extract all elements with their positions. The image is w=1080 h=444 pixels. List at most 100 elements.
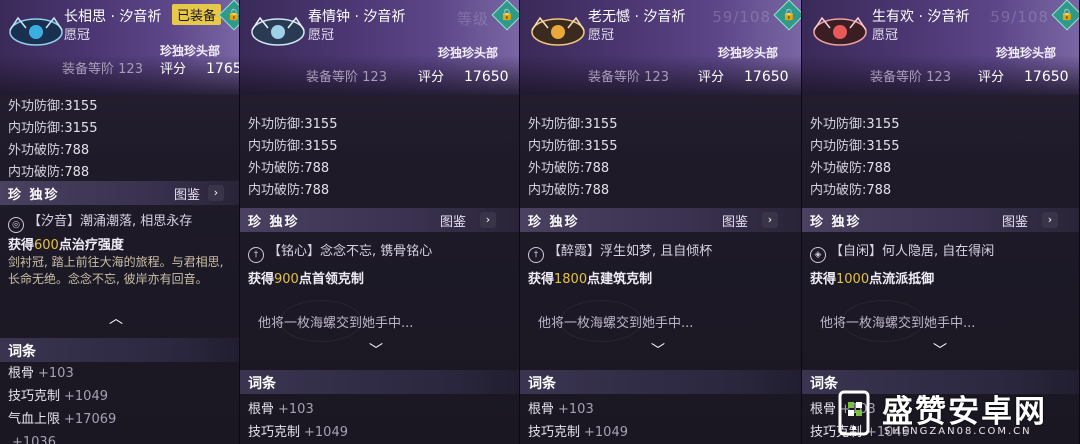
stat-row: 外功破防:788 — [248, 161, 330, 176]
chevron-up-icon[interactable]: ︿ — [106, 312, 126, 326]
base-stats: 外功防御:3155 内功防御:3155 外功破防:788 内功破防:788 — [810, 114, 899, 202]
base-stats: 外功防御:3155 内功防御:3155 外功破防:788 内功破防:788 — [8, 96, 97, 184]
lock-icon[interactable]: 🔒 — [491, 0, 519, 31]
item-crest-icon — [251, 16, 305, 46]
guide-button[interactable]: 图鉴 — [1002, 211, 1028, 230]
stat-row: 内功破防:788 — [528, 183, 610, 198]
rarity-label: 珍 独珍 — [8, 188, 60, 203]
affix-list: 根骨 +103 技巧克制 +1049 气血上限 +17069 +1036 — [8, 362, 116, 444]
chevron-right-icon[interactable]: › — [762, 212, 778, 228]
affix-row: +1036 — [12, 435, 56, 444]
affix-header: 词条 — [520, 370, 801, 394]
item-header: 等级 春情钟 · 汐音祈 🔒 愿冠 珍独珍头部 装备等阶 123 评分 17650 — [240, 0, 519, 95]
equip-level: 装备等阶 123 — [588, 70, 669, 85]
equipped-badge: 已装备 — [172, 4, 222, 25]
rarity-bar: 珍 独珍 图鉴 › — [0, 181, 239, 205]
equip-level: 装备等阶 123 — [62, 62, 143, 77]
item-card-4: 59/108 生有欢 · 汐音祈 🔒 愿冠 珍独珍头部 装备等阶 123 评分 1… — [802, 0, 1080, 444]
stat-row: 外功防御:3155 — [248, 117, 338, 132]
phone-logo-icon — [838, 390, 870, 436]
rarity-bar: 珍 独珍 图鉴 › — [240, 208, 519, 232]
affix-row: 根骨 +103 — [248, 402, 314, 417]
item-subtitle: 愿冠 — [308, 28, 335, 43]
item-subtitle: 愿冠 — [588, 28, 615, 43]
watermark-text: 盛赞安卓网 — [882, 394, 1047, 430]
rarity-label: 珍 独珍 — [528, 215, 580, 230]
chevron-down-icon[interactable]: ﹀ — [366, 344, 386, 358]
item-subtitle: 愿冠 — [64, 28, 91, 43]
score: 评分17650 — [418, 69, 509, 85]
item-subtitle: 愿冠 — [872, 28, 899, 43]
dagger-icon: † — [528, 247, 544, 263]
item-title: 春情钟 · 汐音祈 — [308, 9, 406, 25]
lock-icon[interactable]: 🔒 — [218, 0, 239, 31]
set-effect: ◈ 【自闲】何人隐居, 自在得闲 — [810, 240, 994, 263]
base-stats: 外功防御:3155 内功防御:3155 外功破防:788 内功破防:788 — [248, 114, 337, 202]
chevron-right-icon[interactable]: › — [208, 185, 224, 201]
chevron-right-icon[interactable]: › — [1042, 212, 1058, 228]
affix-row: 技巧克制 +1049 — [248, 425, 348, 440]
rarity-bar: 珍 独珍 图鉴 › — [802, 208, 1079, 232]
item-title: 生有欢 · 汐音祈 — [872, 9, 970, 25]
ghost-text: 59/108 — [990, 8, 1049, 26]
rarity-label: 珍 独珍 — [810, 215, 862, 230]
shield-icon: ◈ — [810, 247, 826, 263]
score: 评分17650 — [160, 61, 239, 77]
stat-row: 外功防御:3155 — [8, 99, 98, 114]
description-text: 他将一枚海螺交到她手中... — [538, 316, 694, 331]
ghost-text: 等级 — [456, 10, 489, 28]
set-effect: † 【铭心】念念不忘, 镌骨铭心 — [248, 240, 432, 263]
stat-row: 外功防御:3155 — [810, 117, 900, 132]
item-crest-icon — [531, 16, 585, 46]
swirl-icon: ◎ — [8, 217, 24, 233]
item-title: 老无憾 · 汐音祈 — [588, 9, 686, 25]
lock-icon[interactable]: 🔒 — [1051, 0, 1079, 31]
guide-button[interactable]: 图鉴 — [722, 211, 748, 230]
affix-row: 根骨 +103 — [528, 402, 594, 417]
rarity-tag: 珍独珍头部 — [996, 46, 1057, 60]
set-effect: ◎ 【汐音】潮涌潮落, 相思永存 — [8, 210, 192, 233]
stat-row: 内功防御:3155 — [810, 139, 900, 154]
rarity-tag: 珍独珍头部 — [438, 46, 499, 60]
rarity-bar: 珍 独珍 图鉴 › — [520, 208, 801, 232]
stat-row: 内功破防:788 — [248, 183, 330, 198]
chevron-down-icon[interactable]: ﹀ — [648, 344, 668, 358]
gain-line: 获得1000点流派抵御 — [810, 272, 935, 287]
equip-level: 装备等阶 123 — [870, 70, 951, 85]
affix-row: 技巧克制 +1049 — [8, 389, 108, 404]
stat-row: 内功防御:3155 — [8, 121, 98, 136]
affix-row: 技巧克制 +1049 — [528, 425, 628, 440]
item-card-3: 59/108 老无憾 · 汐音祈 🔒 愿冠 珍独珍头部 装备等阶 123 评分 1… — [520, 0, 802, 444]
stat-row: 外功防御:3155 — [528, 117, 618, 132]
chevron-down-icon[interactable]: ﹀ — [930, 344, 950, 358]
item-title: 长相思 · 汐音祈 — [64, 9, 162, 25]
stat-row: 内功破防:788 — [810, 183, 892, 198]
stat-row: 内功防御:3155 — [528, 139, 618, 154]
rarity-label: 珍 独珍 — [248, 215, 300, 230]
lock-icon[interactable]: 🔒 — [773, 0, 801, 31]
flavor-text: 剑衬冠, 踏上前往大海的旅程。与君相思, 长命无绝。念念不忘, 彼岸亦有回音。 — [8, 255, 224, 286]
rarity-tag: 珍独珍头部 — [718, 46, 779, 60]
gain-line: 获得600点治疗强度 — [8, 238, 124, 253]
item-header: 59/108 老无憾 · 汐音祈 🔒 愿冠 珍独珍头部 装备等阶 123 评分 1… — [520, 0, 801, 95]
dagger-icon: † — [248, 247, 264, 263]
description-text: 他将一枚海螺交到她手中... — [820, 316, 976, 331]
watermark-url: SHENGZAN08.COM.CN — [884, 426, 1032, 437]
affix-list: 根骨 +103 技巧克制 +1049 — [248, 398, 348, 444]
equip-level: 装备等阶 123 — [306, 70, 387, 85]
chevron-right-icon[interactable]: › — [480, 212, 496, 228]
description-text: 他将一枚海螺交到她手中... — [258, 316, 414, 331]
score: 评分17650 — [978, 69, 1069, 85]
affix-row: 根骨 +103 — [8, 366, 74, 381]
guide-button[interactable]: 图鉴 — [174, 184, 200, 203]
set-effect: † 【醉霞】浮生如梦, 且自倾杯 — [528, 240, 712, 263]
guide-button[interactable]: 图鉴 — [440, 211, 466, 230]
rarity-tag: 珍独珍头部 — [160, 44, 221, 58]
stat-row: 外功破防:788 — [8, 143, 90, 158]
gain-line: 获得900点首领克制 — [248, 272, 364, 287]
stat-row: 外功破防:788 — [528, 161, 610, 176]
affix-header: 词条 — [240, 370, 519, 394]
item-card-1: 长相思 · 汐音祈 已装备 🔒 愿冠 珍独珍头部 装备等阶 123 评分1765… — [0, 0, 240, 444]
score: 评分17650 — [698, 69, 789, 85]
item-header: 59/108 生有欢 · 汐音祈 🔒 愿冠 珍独珍头部 装备等阶 123 评分 1… — [802, 0, 1079, 95]
